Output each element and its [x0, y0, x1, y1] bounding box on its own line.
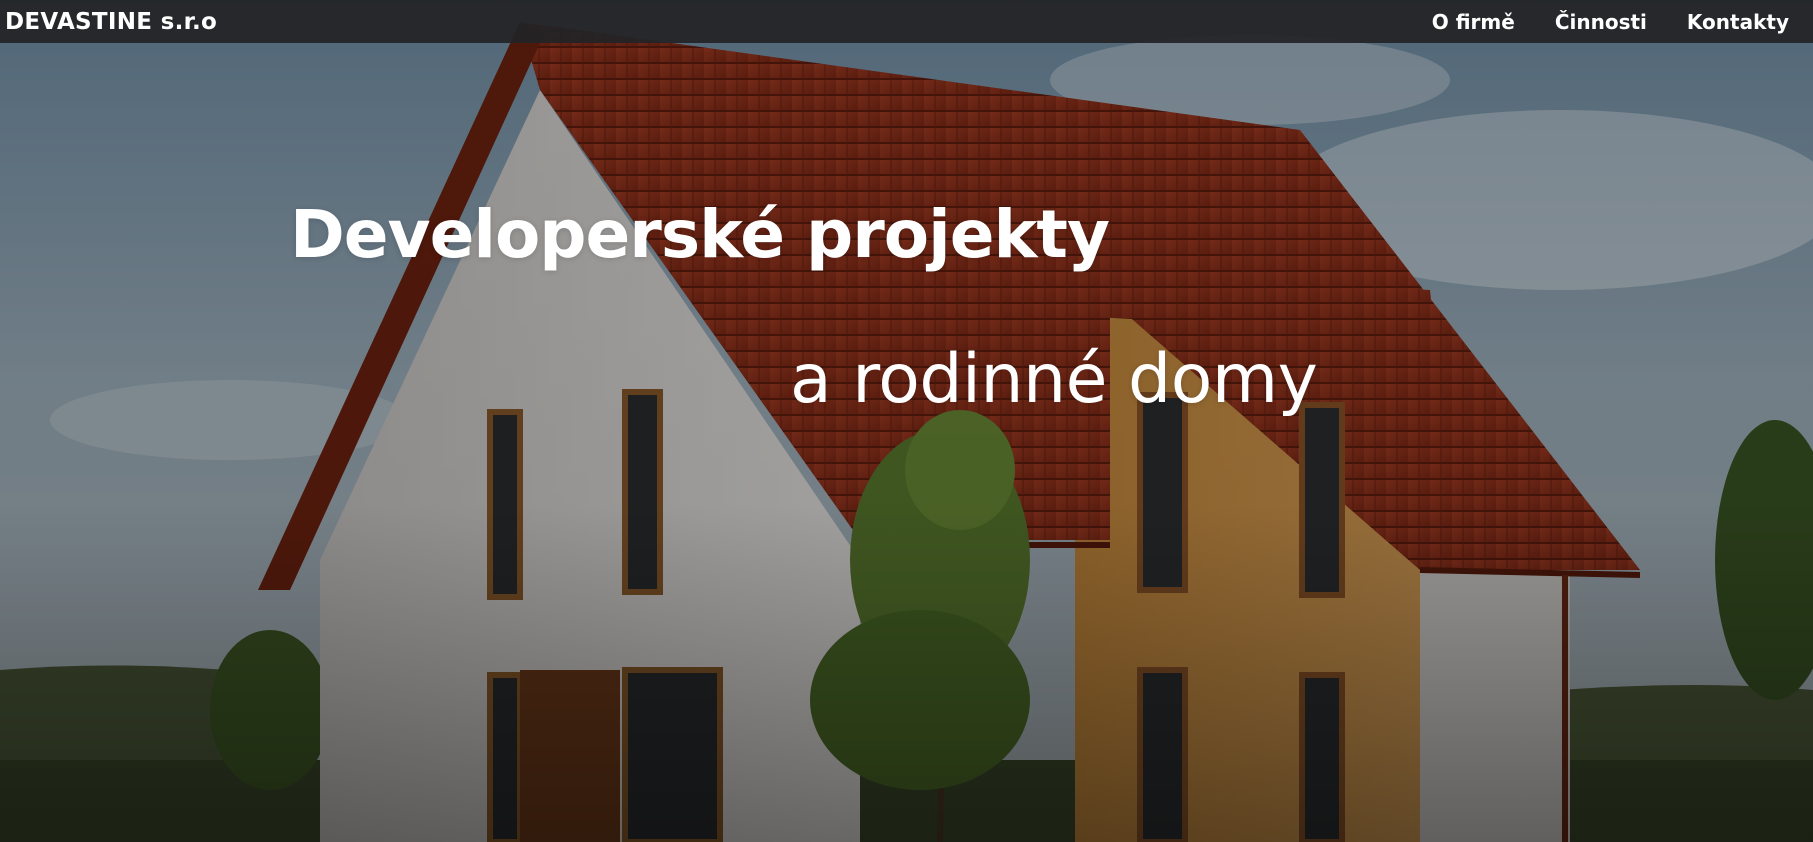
nav-link-kontakty[interactable]: Kontakty [1687, 10, 1789, 34]
nav-link-cinnosti[interactable]: Činnosti [1555, 10, 1647, 34]
hero-headline-line1: Developerské projekty [290, 196, 1110, 273]
top-navbar: DEVASTINE s.r.o O firmě Činnosti Kontakt… [0, 0, 1813, 43]
hero-section: DEVASTINE s.r.o O firmě Činnosti Kontakt… [0, 0, 1813, 842]
nav-link-o-firme[interactable]: O firmě [1432, 10, 1515, 34]
brand-logo-link[interactable]: DEVASTINE s.r.o [5, 9, 217, 35]
nav-links: O firmě Činnosti Kontakty [1432, 10, 1789, 34]
hero-house-photo [0, 0, 1813, 842]
hero-headline-line2: a rodinné domy [790, 340, 1318, 419]
